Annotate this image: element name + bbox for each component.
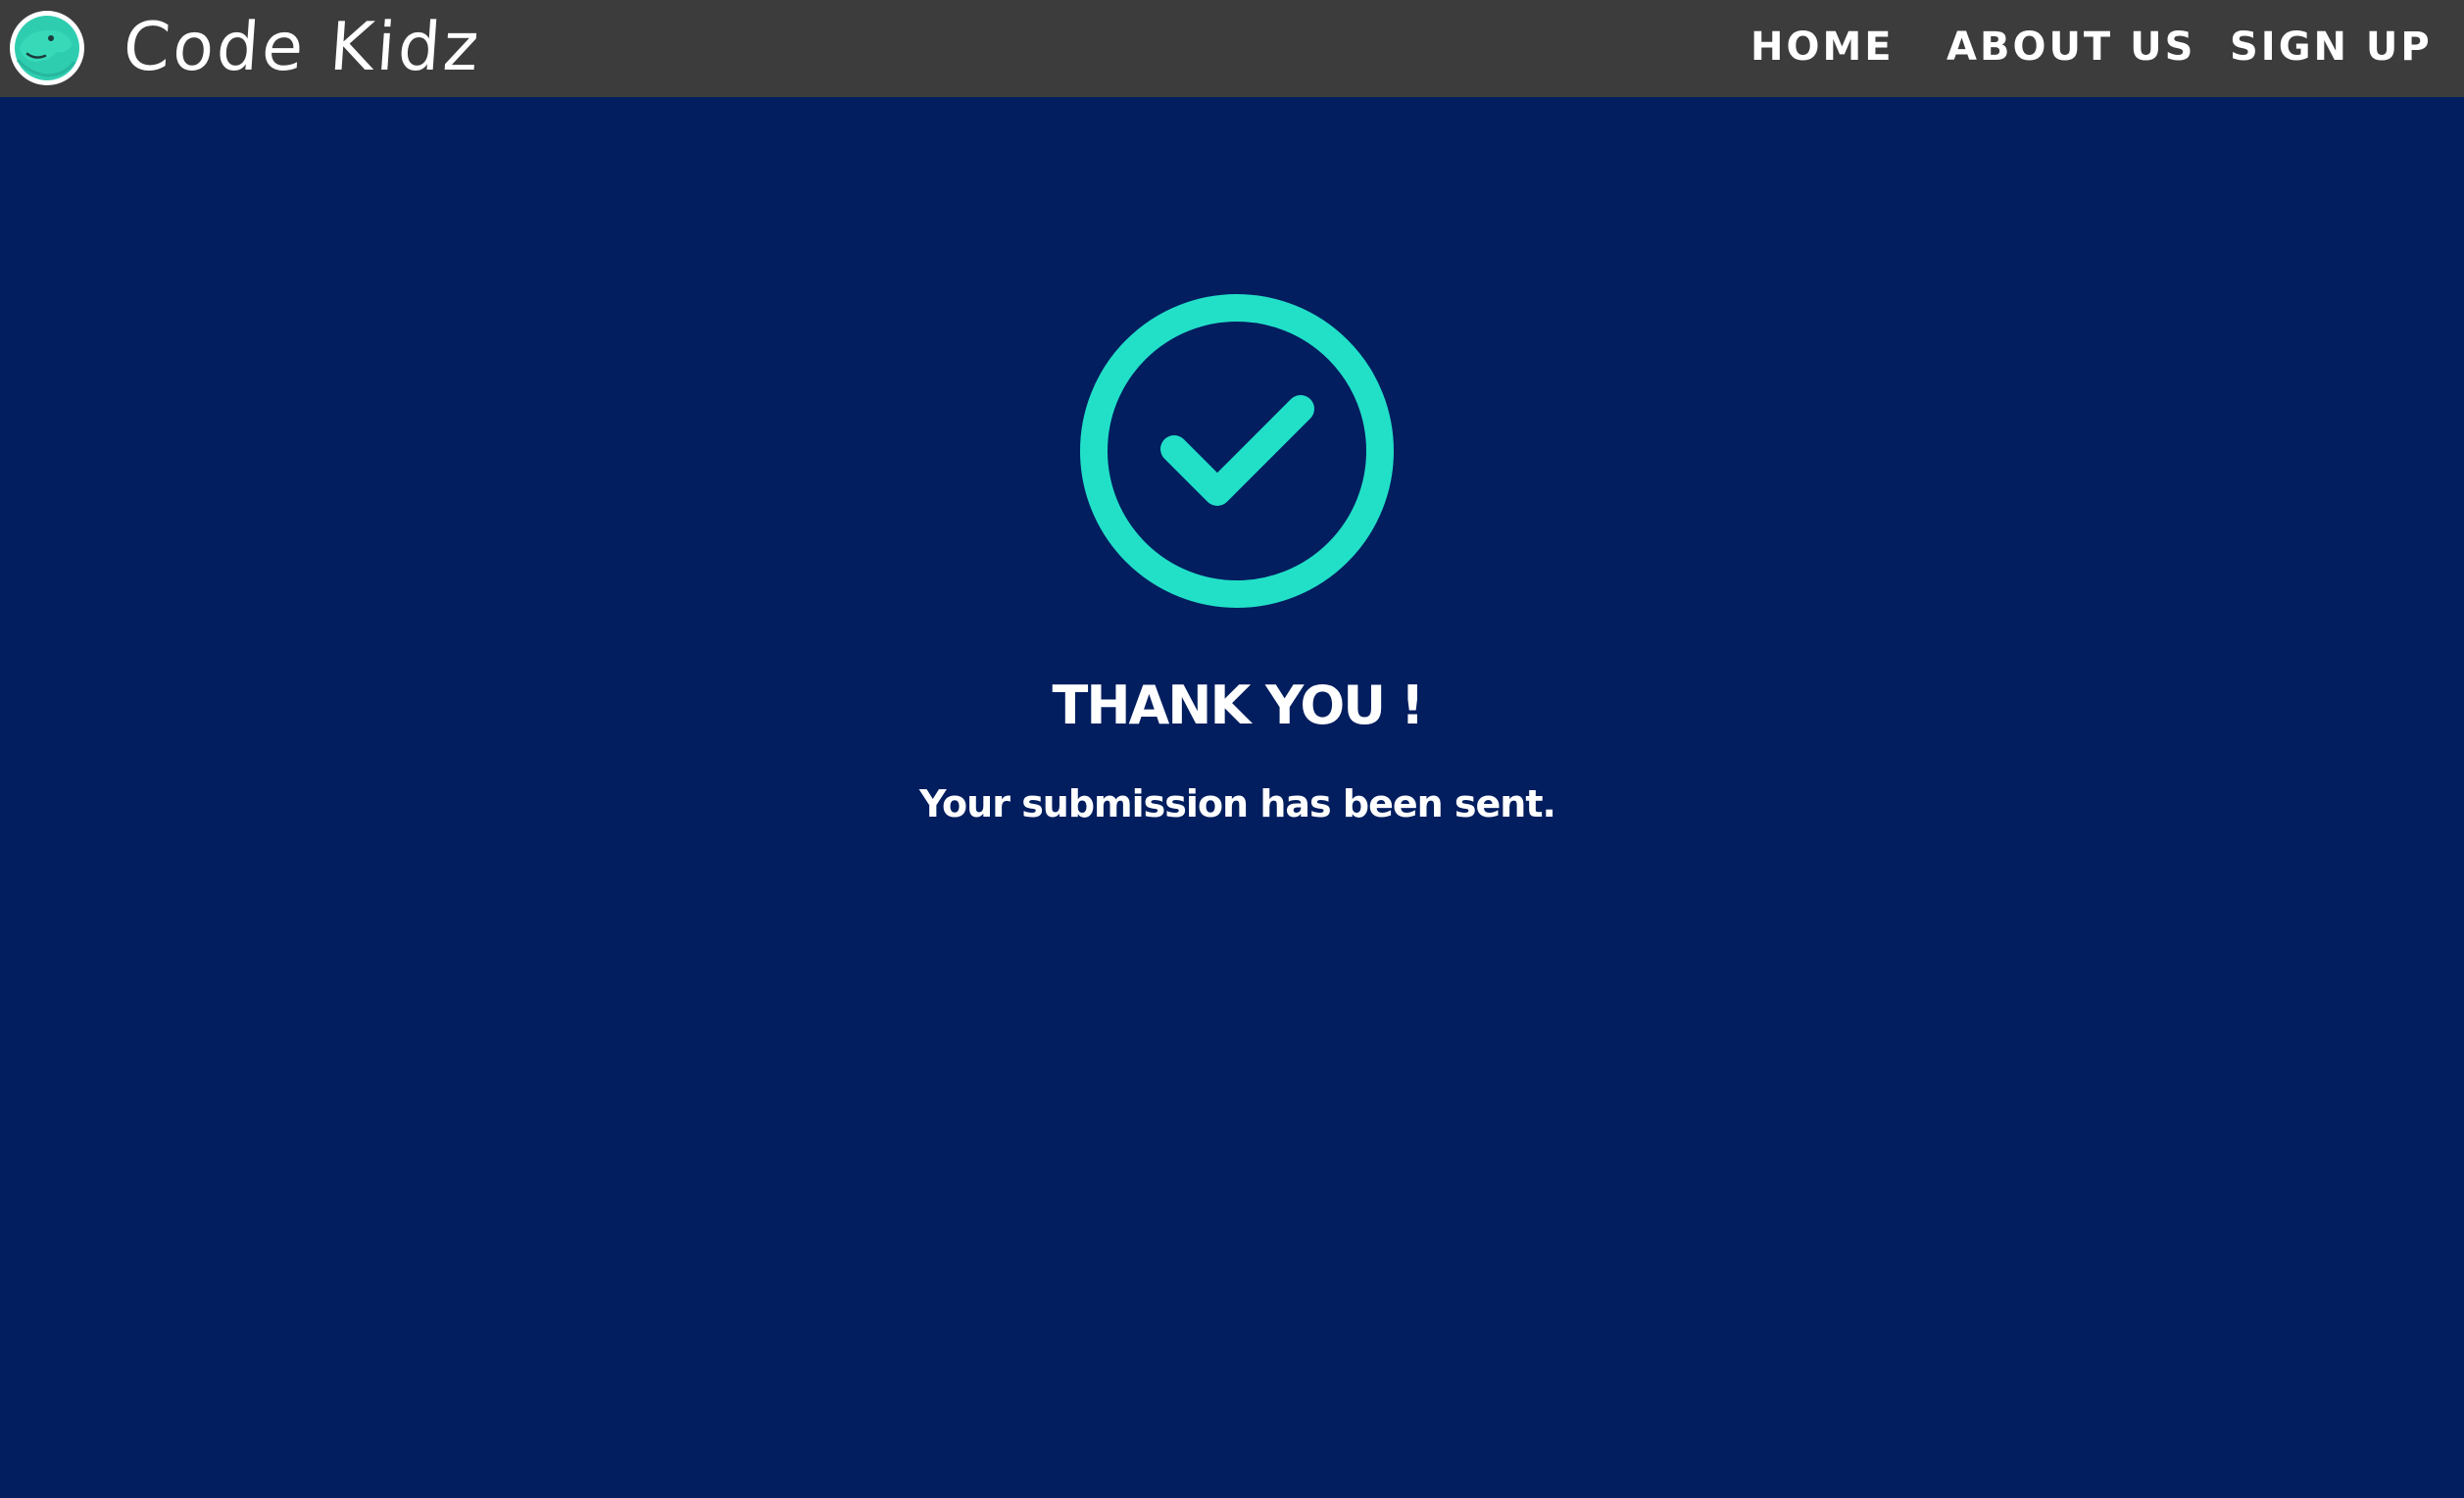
dino-face-icon[interactable] xyxy=(8,9,86,87)
nav-signup-link[interactable]: SIGN UP xyxy=(2230,18,2433,76)
submission-message: Your submission has been sent. xyxy=(919,782,1556,825)
brand-name[interactable]: Code Kidz xyxy=(121,4,484,92)
thank-you-heading: THANK YOU ! xyxy=(1052,674,1424,736)
nav-about-link[interactable]: ABOUT US xyxy=(1947,18,2195,76)
check-circle-icon xyxy=(1078,292,1396,610)
top-navbar: Code Kidz HOME ABOUT US SIGN UP xyxy=(0,0,2464,97)
nav-home-link[interactable]: HOME xyxy=(1750,18,1895,76)
